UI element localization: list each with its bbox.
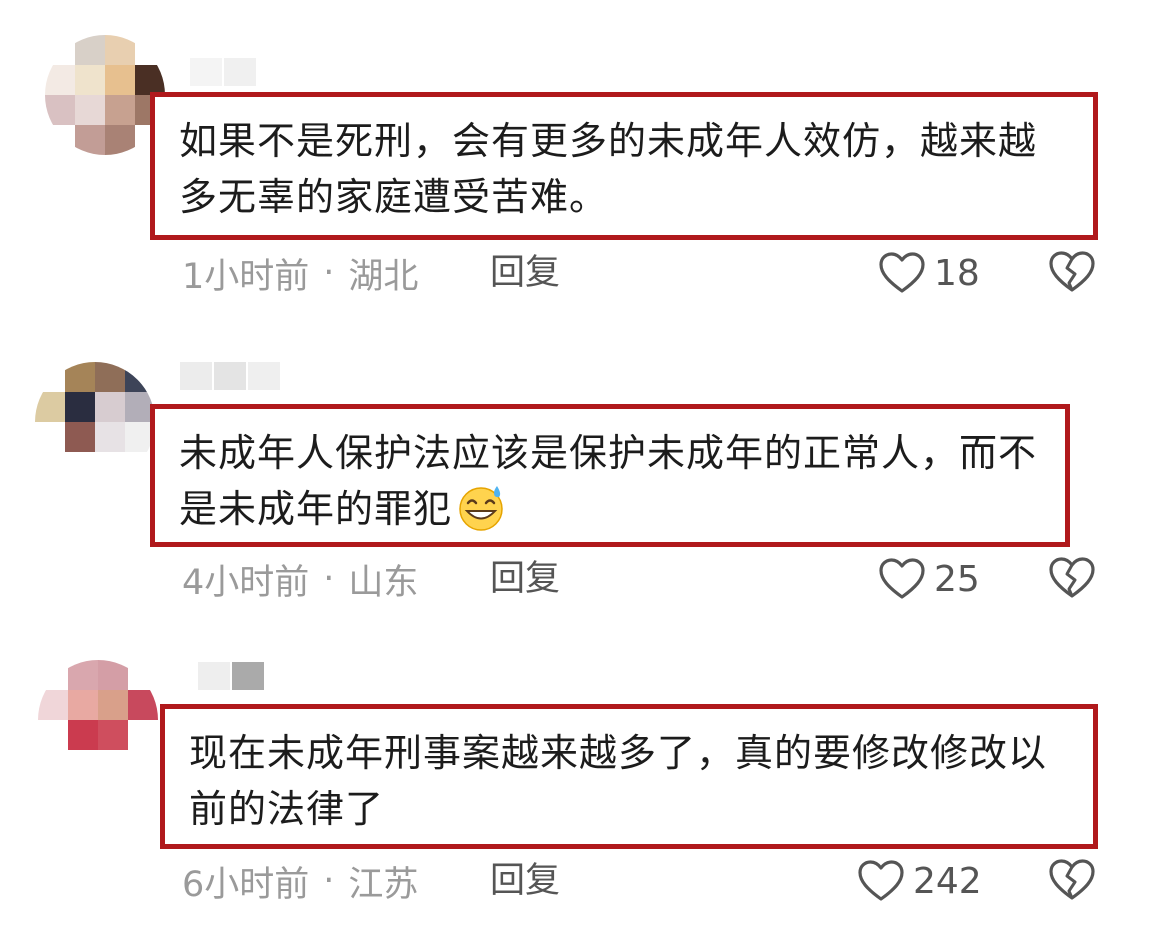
highlighted-comment-box: 如果不是死刑，会有更多的未成年人效仿，越来越多无辜的家庭遭受苦难。 <box>150 92 1098 240</box>
like-button[interactable]: 242 <box>857 856 982 906</box>
comment-item: 如果不是死刑，会有更多的未成年人效仿，越来越多无辜的家庭遭受苦难。 1小时前 ·… <box>0 0 1152 310</box>
meta-separator: · <box>323 253 335 293</box>
avatar-mosaic-tile <box>75 35 105 65</box>
avatar-mosaic-tile <box>135 35 165 65</box>
username-mosaic-tile <box>214 362 246 390</box>
avatar-mosaic-tile <box>45 125 75 155</box>
username[interactable] <box>190 58 256 86</box>
avatar-mosaic-tile <box>95 452 125 482</box>
heart-icon <box>879 558 925 599</box>
avatar-mosaic-tile <box>75 95 105 125</box>
avatar-mosaic-tile <box>65 422 95 452</box>
avatar-mosaic-tile <box>128 660 158 690</box>
avatar-mosaic-tile <box>128 690 158 720</box>
comment-meta: 1小时前 · 湖北 <box>182 248 418 298</box>
comment-location: 江苏 <box>348 864 419 905</box>
comment-meta: 4小时前 · 山东 <box>182 554 418 604</box>
comment-text: 如果不是死刑，会有更多的未成年人效仿，越来越多无辜的家庭遭受苦难。 <box>179 119 1038 219</box>
avatar-mosaic-tile <box>105 125 135 155</box>
dislike-button[interactable] <box>1048 250 1098 300</box>
comment-text-body: 未成年人保护法应该是保护未成年的正常人，而不是未成年的罪犯 <box>179 431 1038 531</box>
comment-item: 未成年人保护法应该是保护未成年的正常人，而不是未成年的罪犯 4小时前 · 山东 … <box>0 310 1152 620</box>
comment-time: 4小时前 <box>182 562 310 603</box>
avatar-mosaic-tile <box>35 362 65 392</box>
comment-location: 山东 <box>348 562 419 603</box>
avatar-mosaic-tile <box>75 125 105 155</box>
broken-heart-icon <box>1049 557 1095 598</box>
broken-heart-icon <box>1049 859 1095 900</box>
avatar-mosaic-tile <box>68 720 98 750</box>
like-count: 25 <box>934 558 980 600</box>
meta-separator: · <box>323 861 335 901</box>
avatar-mosaic-tile <box>68 750 98 780</box>
comment-meta: 6小时前 · 江苏 <box>182 856 418 906</box>
username-mosaic-tile <box>180 362 212 390</box>
avatar[interactable] <box>45 35 165 155</box>
broken-heart-icon <box>1049 251 1095 292</box>
avatar-mosaic-tile <box>35 422 65 452</box>
avatar-mosaic-tile <box>105 65 135 95</box>
avatar-mosaic-tile <box>98 720 128 750</box>
avatar-mosaic-tile <box>38 750 68 780</box>
avatar-mosaic-tile <box>45 35 75 65</box>
reply-button[interactable]: 回复 <box>490 554 560 604</box>
avatar-mosaic-tile <box>95 392 125 422</box>
dislike-button[interactable] <box>1048 556 1098 606</box>
reply-button[interactable]: 回复 <box>490 248 560 298</box>
avatar-mosaic-tile <box>35 392 65 422</box>
avatar-mosaic-tile <box>75 65 105 95</box>
avatar-mosaic-tile <box>68 690 98 720</box>
like-count: 18 <box>934 252 980 294</box>
avatar-mosaic-tile <box>125 362 155 392</box>
comment-text: 现在未成年刑事案越来越多了，真的要修改修改以前的法律了 <box>189 731 1048 831</box>
avatar-mosaic-tile <box>65 362 95 392</box>
avatar-mosaic-tile <box>38 660 68 690</box>
avatar-mosaic-tile <box>35 452 65 482</box>
avatar-mosaic-tile <box>105 35 135 65</box>
username-mosaic-tile <box>224 58 256 86</box>
avatar-mosaic-tile <box>128 720 158 750</box>
username[interactable] <box>180 362 280 390</box>
avatar-mosaic-tile <box>38 720 68 750</box>
username-mosaic-tile <box>190 58 222 86</box>
comment-time: 6小时前 <box>182 864 310 905</box>
like-count: 242 <box>913 860 982 902</box>
avatar-mosaic-tile <box>98 660 128 690</box>
username-mosaic-tile <box>248 362 280 390</box>
avatar-mosaic-tile <box>135 65 165 95</box>
avatar-mosaic-tile <box>68 660 98 690</box>
avatar[interactable] <box>38 660 158 780</box>
highlighted-comment-box: 现在未成年刑事案越来越多了，真的要修改修改以前的法律了 <box>160 704 1098 849</box>
comment-time: 1小时前 <box>182 256 310 297</box>
avatar-mosaic-tile <box>95 362 125 392</box>
heart-icon <box>858 860 904 901</box>
avatar-mosaic-tile <box>65 452 95 482</box>
avatar-mosaic-tile <box>105 95 135 125</box>
avatar-mosaic-tile <box>98 690 128 720</box>
heart-icon <box>879 252 925 293</box>
avatar-mosaic-tile <box>65 392 95 422</box>
like-button[interactable]: 25 <box>878 554 980 604</box>
meta-separator: · <box>323 559 335 599</box>
username-mosaic-tile <box>198 662 230 690</box>
highlighted-comment-box: 未成年人保护法应该是保护未成年的正常人，而不是未成年的罪犯 <box>150 404 1070 547</box>
like-button[interactable]: 18 <box>878 248 980 298</box>
dislike-button[interactable] <box>1048 858 1098 908</box>
comment-location: 湖北 <box>348 256 419 297</box>
avatar[interactable] <box>35 362 155 482</box>
username[interactable] <box>198 662 264 690</box>
comment-text: 未成年人保护法应该是保护未成年的正常人，而不是未成年的罪犯 <box>179 425 1043 537</box>
grinning-sweat-emoji <box>459 486 503 531</box>
avatar-mosaic-tile <box>95 422 125 452</box>
comment-item: 现在未成年刑事案越来越多了，真的要修改修改以前的法律了 6小时前 · 江苏 回复… <box>0 620 1152 928</box>
reply-button[interactable]: 回复 <box>490 856 560 906</box>
avatar-mosaic-tile <box>98 750 128 780</box>
avatar-mosaic-tile <box>45 95 75 125</box>
avatar-mosaic-tile <box>38 690 68 720</box>
username-mosaic-tile <box>232 662 264 690</box>
avatar-mosaic-tile <box>45 65 75 95</box>
avatar-mosaic-tile <box>128 750 158 780</box>
